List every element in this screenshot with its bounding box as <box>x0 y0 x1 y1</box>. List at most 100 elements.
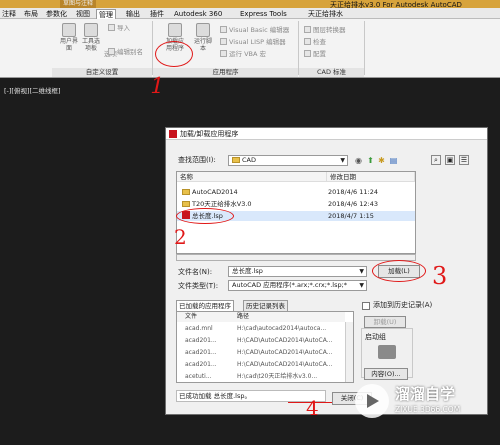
title-bar: 草图与注释 天正给排水v3.0 For Autodesk AutoCAD <box>0 0 500 8</box>
run-script-button[interactable]: 运行脚本 <box>193 23 213 52</box>
table-row[interactable]: acad201... H:\CAD\AutoCAD2014\AutoCA... <box>177 360 345 370</box>
table-header: 文件 路径 <box>177 312 345 322</box>
watermark-url: ZIXUE.3D66.COM <box>395 405 461 414</box>
panel-divider <box>298 21 299 75</box>
tab-parametric[interactable]: 参数化 <box>46 9 67 19</box>
add-to-history-label: 添加到历史记录(A) <box>373 301 433 309</box>
panel-divider <box>364 21 365 75</box>
preview-icon[interactable]: ▣ <box>445 155 455 165</box>
watermark-logo <box>355 384 389 418</box>
column-header-file[interactable]: 文件 <box>185 312 197 322</box>
annotation-circle-1 <box>155 41 193 67</box>
vba-editor-button[interactable]: Visual Basic 编辑器 <box>220 25 289 35</box>
play-icon <box>367 394 379 408</box>
annotation-number-3: 3 <box>432 262 448 290</box>
annotation-number-4: 4 <box>306 396 319 420</box>
status-message: 已成功加载 总长度.lsp。 <box>176 390 326 402</box>
tab-annotate[interactable]: 注释 <box>2 9 16 19</box>
run-vba-macro-button[interactable]: 运行 VBA 宏 <box>220 49 266 59</box>
tab-layout[interactable]: 布局 <box>24 9 38 19</box>
add-to-history-checkbox[interactable] <box>362 302 370 310</box>
back-icon[interactable]: ◉ <box>354 156 363 165</box>
column-header-name[interactable]: 名称 <box>177 172 327 182</box>
loaded-applications-list[interactable]: 文件 路径 acad.mnl H:\cad\autocad2014\autoca.… <box>176 311 354 383</box>
tab-plugins[interactable]: 插件 <box>150 9 164 19</box>
column-header-date[interactable]: 修改日期 <box>327 172 415 182</box>
tab-tangent-drainage[interactable]: 天正给排水 <box>308 9 343 19</box>
views-menu-icon[interactable]: ▤ <box>389 156 398 165</box>
autocad-icon <box>169 130 177 138</box>
unload-button[interactable]: 卸载(U) <box>364 316 406 328</box>
apps-list-scrollbar[interactable] <box>345 322 353 382</box>
panel-title-cad-standards: CAD 标准 <box>299 68 364 77</box>
tab-history-list[interactable]: 历史记录列表 <box>243 300 288 311</box>
find-icon[interactable]: ⌕ <box>431 155 441 165</box>
load-app-icon <box>168 23 182 37</box>
table-row[interactable]: acad.mnl H:\cad\autocad2014\autoca... <box>177 324 345 334</box>
check-icon <box>304 38 311 45</box>
chevron-down-icon: ▼ <box>359 282 364 289</box>
annotation-number-2: 2 <box>174 225 187 249</box>
dialog-title: 加载/卸载应用程序 <box>180 130 239 138</box>
annotation-circle-2 <box>176 208 234 224</box>
configure-standards-button[interactable]: 配置 <box>304 49 326 59</box>
up-folder-icon[interactable]: ⬆ <box>366 156 375 165</box>
file-list-scrollbar[interactable] <box>176 254 416 261</box>
watermark-title: 溜溜自学 <box>395 385 456 403</box>
panel-title-applications: 应用程序 <box>153 68 298 77</box>
vlisp-icon <box>220 38 227 45</box>
dialog-title-bar: 加载/卸载应用程序 <box>166 128 487 140</box>
details-icon[interactable]: ☰ <box>459 155 469 165</box>
script-icon <box>196 23 210 37</box>
vlisp-editor-button[interactable]: Visual LISP 编辑器 <box>220 37 286 47</box>
ribbon-panel: 用户界面 工具选项板 选项 导入 编辑别名 自定义设置 加载应用程序 运行脚本 … <box>0 19 500 78</box>
tab-express-tools[interactable]: Express Tools <box>240 9 287 19</box>
workspace-switcher[interactable]: 草图与注释 <box>60 0 96 8</box>
tool-palettes-button[interactable]: 工具选项板 <box>81 23 101 52</box>
window-icon <box>62 23 76 37</box>
alias-icon <box>108 48 115 55</box>
tab-view[interactable]: 视图 <box>76 9 90 19</box>
filetype-select[interactable]: AutoCAD 应用程序(*.arx;*.crx;*.lsp;* ▼ <box>228 280 367 291</box>
filename-input[interactable]: 总长度.lsp ▼ <box>228 266 367 277</box>
table-row[interactable]: acad201... H:\CAD\AutoCAD2014\AutoCA... <box>177 336 345 346</box>
folder-icon <box>232 157 240 163</box>
new-folder-icon[interactable]: ✱ <box>377 156 386 165</box>
config-icon <box>304 50 311 57</box>
contents-button[interactable]: 内容(O)... <box>364 368 408 380</box>
filename-label: 文件名(N): <box>178 268 213 276</box>
chevron-down-icon: ▼ <box>340 157 345 164</box>
tab-output[interactable]: 输出 <box>126 9 140 19</box>
tab-manage[interactable]: 管理 <box>96 9 116 19</box>
look-in-select[interactable]: CAD ▼ <box>228 155 348 166</box>
filetype-label: 文件类型(T): <box>178 282 219 290</box>
import-icon <box>108 24 115 31</box>
panel-divider <box>152 21 153 75</box>
folder-icon <box>182 189 190 195</box>
table-row[interactable]: acad201... H:\CAD\AutoCAD2014\AutoCA... <box>177 348 345 358</box>
viewport-label[interactable]: [-][俯视][二维线框] <box>4 85 61 95</box>
window-title: 天正给排水v3.0 For Autodesk AutoCAD <box>330 1 462 8</box>
watermark: 溜溜自学 ZIXUE.3D66.COM <box>355 380 500 430</box>
annotation-circle-3 <box>372 260 426 282</box>
layers-icon <box>304 26 311 33</box>
edit-aliases-button[interactable]: 编辑别名 <box>108 47 143 57</box>
user-interface-button[interactable]: 用户界面 <box>59 23 79 52</box>
chevron-down-icon: ▼ <box>359 268 364 275</box>
ribbon-tab-bar: 注释 布局 参数化 视图 管理 输出 插件 Autodesk 360 Expre… <box>0 8 500 19</box>
tab-loaded-applications[interactable]: 已加载的应用程序 <box>176 300 234 311</box>
import-button[interactable]: 导入 <box>108 23 130 33</box>
load-unload-dialog: 加载/卸载应用程序 查找范围(I): CAD ▼ ◉ ⬆ ✱ ▤ ⌕ ▣ ☰ 名称… <box>165 127 488 420</box>
list-item[interactable]: AutoCAD2014 2018/4/6 11:24 <box>177 187 415 197</box>
look-in-label: 查找范围(I): <box>178 156 216 164</box>
startup-suite-label: 启动组 <box>365 333 386 341</box>
briefcase-icon <box>378 345 396 359</box>
check-standards-button[interactable]: 检查 <box>304 37 326 47</box>
macro-icon <box>220 50 227 57</box>
vba-icon <box>220 26 227 33</box>
palette-icon <box>84 23 98 37</box>
table-row[interactable]: acetuti... H:\cad\t20天正给排水v3.0... <box>177 372 345 382</box>
column-header-path[interactable]: 路径 <box>237 312 249 322</box>
layer-translator-button[interactable]: 图层转换器 <box>304 25 346 35</box>
tab-autodesk-360[interactable]: Autodesk 360 <box>174 9 222 19</box>
